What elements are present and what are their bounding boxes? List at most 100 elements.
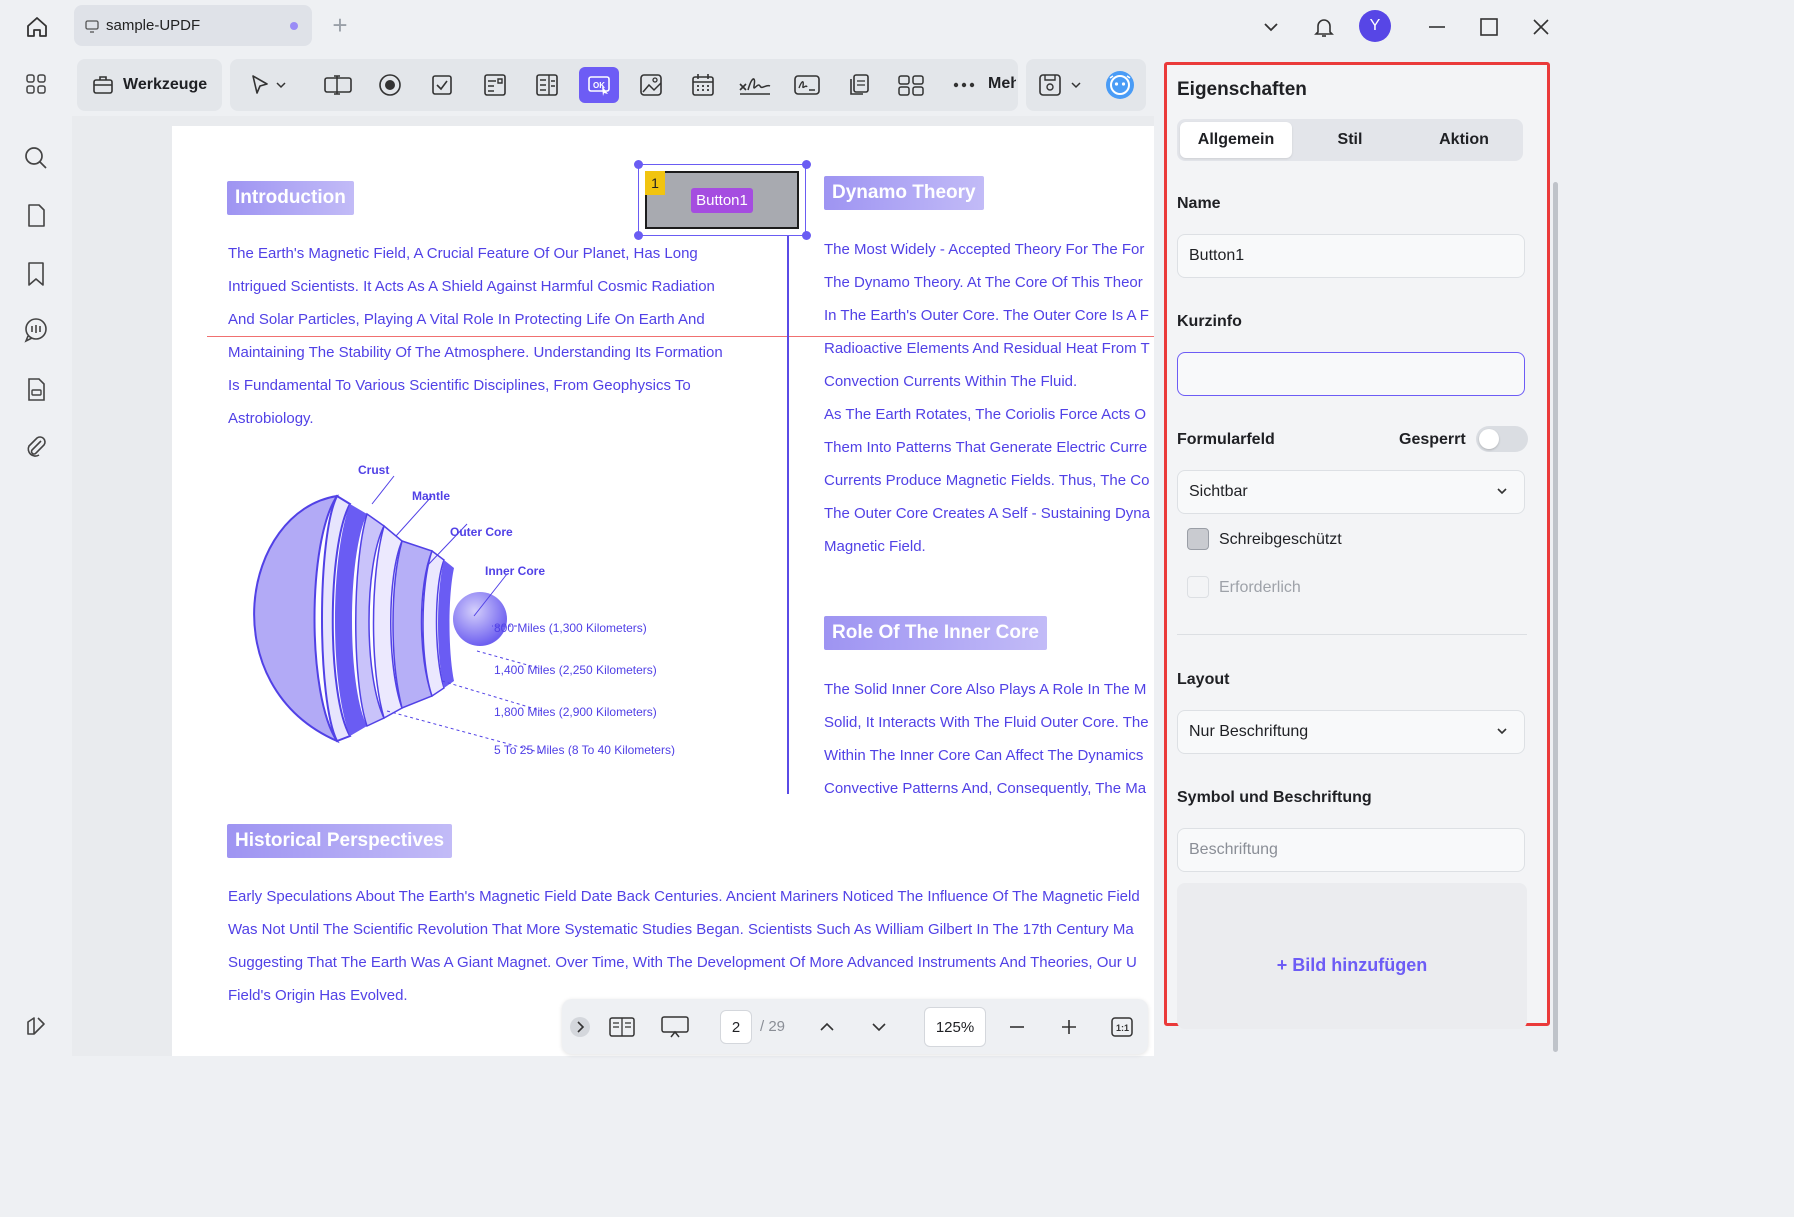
signature-field-tool[interactable] xyxy=(735,67,775,103)
zoom-level[interactable]: 125% xyxy=(924,1007,986,1047)
panel-scrollbar[interactable] xyxy=(1553,182,1558,1052)
add-image-button[interactable]: + Bild hinzufügen xyxy=(1177,955,1527,976)
text-field-tool[interactable] xyxy=(318,67,358,103)
sidebar-forms-button[interactable] xyxy=(20,374,52,406)
layout-select[interactable]: Nur Beschriftung xyxy=(1177,710,1525,754)
resize-handle[interactable] xyxy=(802,231,811,240)
save-button[interactable] xyxy=(1032,67,1092,103)
button-tool[interactable]: OK xyxy=(579,67,619,103)
more-tools-label[interactable]: Mehr xyxy=(988,75,1016,93)
list-box-tool[interactable] xyxy=(527,67,567,103)
locked-toggle[interactable] xyxy=(1476,426,1528,452)
align-fields-tool[interactable] xyxy=(891,67,931,103)
tab-action[interactable]: Aktion xyxy=(1408,122,1520,158)
zoom-in-button[interactable] xyxy=(1056,1011,1082,1043)
document-tab[interactable]: sample-UPDF xyxy=(74,5,312,46)
duplicate-field-tool[interactable] xyxy=(839,67,879,103)
sidebar-attachments-button[interactable] xyxy=(20,430,52,462)
resize-handle[interactable] xyxy=(634,231,643,240)
collapse-nav-button[interactable] xyxy=(568,1011,592,1043)
tab-title: sample-UPDF xyxy=(106,17,201,34)
visibility-value: Sichtbar xyxy=(1189,483,1248,500)
resize-handle[interactable] xyxy=(634,160,643,169)
sidebar-search-button[interactable] xyxy=(20,142,52,174)
tooltip-label: Kurzinfo xyxy=(1177,313,1242,330)
sidebar-thumbnails-button[interactable] xyxy=(20,68,52,100)
sidebar-pages-button[interactable] xyxy=(20,200,52,232)
image-field-tool[interactable] xyxy=(631,67,671,103)
signature-icon xyxy=(739,78,771,95)
form-toolbar: Werkzeuge OK Meh xyxy=(72,54,1152,116)
presentation-button[interactable] xyxy=(658,1011,692,1043)
name-field[interactable]: Button1 xyxy=(1177,234,1525,278)
checkbox-tool[interactable] xyxy=(422,67,462,103)
list-box-icon xyxy=(536,74,558,96)
home-button[interactable] xyxy=(20,10,54,44)
id-card-icon xyxy=(794,75,820,95)
chevron-down-icon xyxy=(1264,23,1278,32)
more-tools-button[interactable] xyxy=(942,67,986,103)
cursor-icon xyxy=(252,75,286,94)
minus-icon xyxy=(1010,1026,1024,1028)
minimize-button[interactable] xyxy=(1422,10,1452,44)
bookmark-icon xyxy=(28,262,44,286)
tabs-dropdown-button[interactable] xyxy=(1256,10,1286,44)
required-checkbox[interactable] xyxy=(1187,576,1209,598)
readonly-checkbox[interactable] xyxy=(1187,528,1209,550)
tooltip-field[interactable] xyxy=(1177,352,1525,396)
digital-signature-tool[interactable] xyxy=(787,67,827,103)
label-mantle: Mantle xyxy=(412,489,450,503)
radio-button-tool[interactable] xyxy=(370,67,410,103)
sidebar-comments-button[interactable] xyxy=(20,314,52,346)
user-avatar[interactable]: Y xyxy=(1359,10,1391,42)
visibility-select[interactable]: Sichtbar xyxy=(1177,470,1525,514)
maximize-button[interactable] xyxy=(1474,10,1504,44)
notifications-button[interactable] xyxy=(1308,10,1340,44)
combo-box-tool[interactable] xyxy=(475,67,515,103)
paperclip-icon xyxy=(27,436,46,457)
depth-label: 1,400 Miles (2,250 Kilometers) xyxy=(494,663,657,677)
page-layout-button[interactable] xyxy=(606,1011,638,1043)
new-tab-button[interactable]: + xyxy=(326,12,354,40)
resize-handle[interactable] xyxy=(802,160,811,169)
locked-label: Gesperrt xyxy=(1399,431,1466,448)
next-page-button[interactable] xyxy=(866,1011,892,1043)
caption-field[interactable]: Beschriftung xyxy=(1177,828,1525,872)
date-field-tool[interactable] xyxy=(683,67,723,103)
close-button[interactable] xyxy=(1526,10,1556,44)
svg-text:1:1: 1:1 xyxy=(1116,1023,1129,1033)
left-sidebar xyxy=(0,54,70,1064)
panel-title: Eigenschaften xyxy=(1177,79,1307,100)
dynamo-text: The Most Widely - Accepted Theory For Th… xyxy=(824,241,1150,555)
ai-assistant-button[interactable] xyxy=(1100,67,1140,103)
button-form-field[interactable]: 1 Button1 xyxy=(645,171,799,229)
heading-role-inner-core: Role Of The Inner Core xyxy=(824,616,1047,650)
sidebar-theme-button[interactable] xyxy=(20,1010,52,1042)
heading-historical-perspectives: Historical Perspectives xyxy=(227,824,453,858)
chevron-up-icon xyxy=(820,1022,834,1031)
page-number-input[interactable]: 2 xyxy=(720,1010,752,1044)
previous-page-button[interactable] xyxy=(814,1011,840,1043)
tab-general[interactable]: Allgemein xyxy=(1180,122,1292,158)
image-upload-area[interactable]: + Bild hinzufügen xyxy=(1177,883,1527,1029)
more-dots-icon xyxy=(953,82,975,88)
grid-icon xyxy=(26,74,46,94)
tab-style[interactable]: Stil xyxy=(1294,122,1406,158)
sidebar-bookmarks-button[interactable] xyxy=(20,258,52,290)
properties-panel-content: Eigenschaften Allgemein Stil Aktion Name… xyxy=(1164,62,1550,1029)
select-tool[interactable] xyxy=(238,67,296,103)
document-canvas[interactable]: Introduction The Earth's Magnetic Field,… xyxy=(72,116,1154,1056)
actual-size-button[interactable]: 1:1 xyxy=(1108,1011,1136,1043)
inner-core-text: The Solid Inner Core Also Plays A Role I… xyxy=(824,681,1149,797)
heading-dynamo-theory: Dynamo Theory xyxy=(824,176,984,210)
slideshow-icon xyxy=(661,1016,689,1038)
tools-label: Werkzeuge xyxy=(123,76,208,93)
maximize-icon xyxy=(1480,18,1498,36)
introduction-text: The Earth's Magnetic Field, A Crucial Fe… xyxy=(228,245,723,427)
page-total: / 29 xyxy=(760,1018,786,1035)
zoom-out-button[interactable] xyxy=(1004,1011,1030,1043)
pdf-page[interactable]: Introduction The Earth's Magnetic Field,… xyxy=(172,126,1154,1056)
dropdown-field-icon xyxy=(484,74,506,96)
tools-button[interactable]: Werkzeuge xyxy=(77,59,222,111)
required-label: Erforderlich xyxy=(1219,579,1301,596)
